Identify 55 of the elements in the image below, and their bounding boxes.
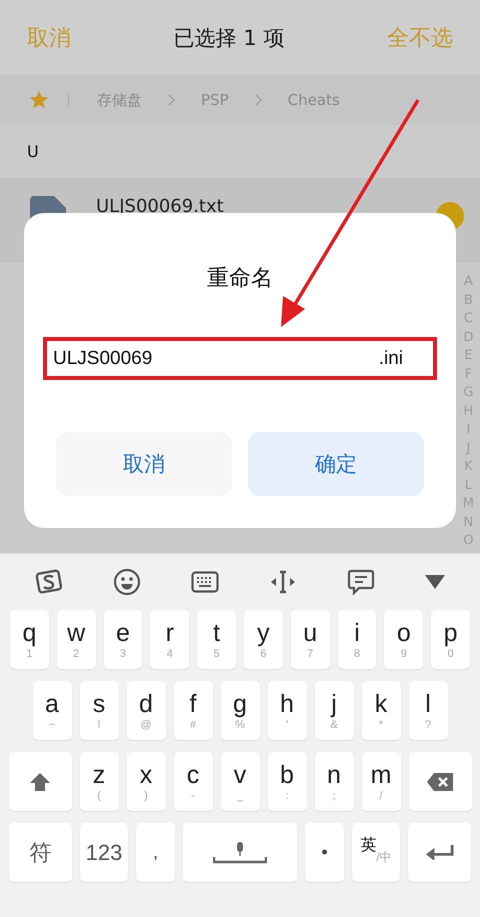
keyboard-icon[interactable] — [191, 571, 219, 593]
letter-key[interactable]: k * — [362, 681, 400, 740]
letter-key[interactable]: t 5 — [197, 610, 236, 669]
file-name: ULJS00069.txt — [96, 196, 224, 217]
backspace-key[interactable] — [408, 752, 472, 811]
enter-icon — [426, 845, 454, 860]
letter-key[interactable]: h ' — [268, 681, 306, 740]
letter-key[interactable]: i 8 — [338, 610, 376, 669]
letter-key[interactable]: p 0 — [431, 610, 470, 669]
filename-field[interactable]: ULJS00069 .ini — [43, 337, 437, 380]
letter-key[interactable]: j & — [314, 681, 354, 740]
punctuation-key[interactable]: • — [305, 823, 344, 882]
punctuation-key[interactable]: , — [136, 823, 175, 882]
letter-key[interactable]: f # — [174, 681, 212, 740]
chevron-icon — [168, 94, 175, 106]
letter-key[interactable]: b : — [268, 752, 306, 811]
letter-key[interactable]: z ( — [80, 752, 118, 811]
letter-key[interactable]: c - — [174, 752, 212, 811]
symbols-key[interactable]: 符 — [9, 823, 72, 882]
enter-key[interactable] — [408, 823, 471, 882]
collapse-icon[interactable] — [425, 575, 445, 589]
section-letter: U — [27, 142, 39, 161]
letter-key[interactable]: v _ — [220, 752, 260, 811]
shift-arrow-icon — [30, 772, 50, 790]
letter-key[interactable]: x ) — [126, 752, 166, 811]
space-key[interactable] — [183, 823, 297, 882]
letter-key[interactable]: e 3 — [104, 610, 142, 669]
confirm-button[interactable]: 确定 — [248, 432, 424, 496]
letter-key[interactable]: g % — [220, 681, 260, 740]
cancel-button[interactable]: 取消 — [56, 432, 232, 496]
microphone-space-icon — [213, 842, 267, 864]
letter-key[interactable]: l ? — [408, 681, 448, 740]
backspace-icon — [427, 772, 453, 790]
letter-key[interactable]: w 2 — [56, 610, 96, 669]
cursor-move-icon[interactable] — [269, 568, 297, 596]
letter-key[interactable]: s ! — [80, 681, 118, 740]
sogou-logo-icon[interactable] — [35, 568, 63, 596]
star-icon[interactable] — [28, 89, 50, 111]
dialog-title: 重命名 — [207, 265, 273, 293]
letter-key[interactable]: n ; — [314, 752, 354, 811]
emoji-icon[interactable] — [113, 568, 141, 596]
letter-key[interactable]: d @ — [126, 681, 166, 740]
selection-title: 已选择 1 项 — [174, 24, 284, 52]
chevron-icon — [254, 94, 262, 106]
letter-key[interactable]: y 6 — [244, 610, 283, 669]
letter-key[interactable]: m / — [362, 752, 400, 811]
letter-key[interactable]: u 7 — [290, 610, 330, 669]
letter-key[interactable]: a ~ — [32, 681, 72, 740]
shift-key[interactable] — [8, 752, 72, 811]
language-key[interactable]: 英 /中 — [352, 823, 400, 882]
letter-key[interactable]: r 4 — [150, 610, 190, 669]
chat-bubble-icon[interactable] — [347, 568, 375, 596]
letter-key[interactable]: o 9 — [384, 610, 424, 669]
letter-key[interactable]: q 1 — [10, 610, 49, 669]
numbers-key[interactable]: 123 — [80, 823, 128, 882]
